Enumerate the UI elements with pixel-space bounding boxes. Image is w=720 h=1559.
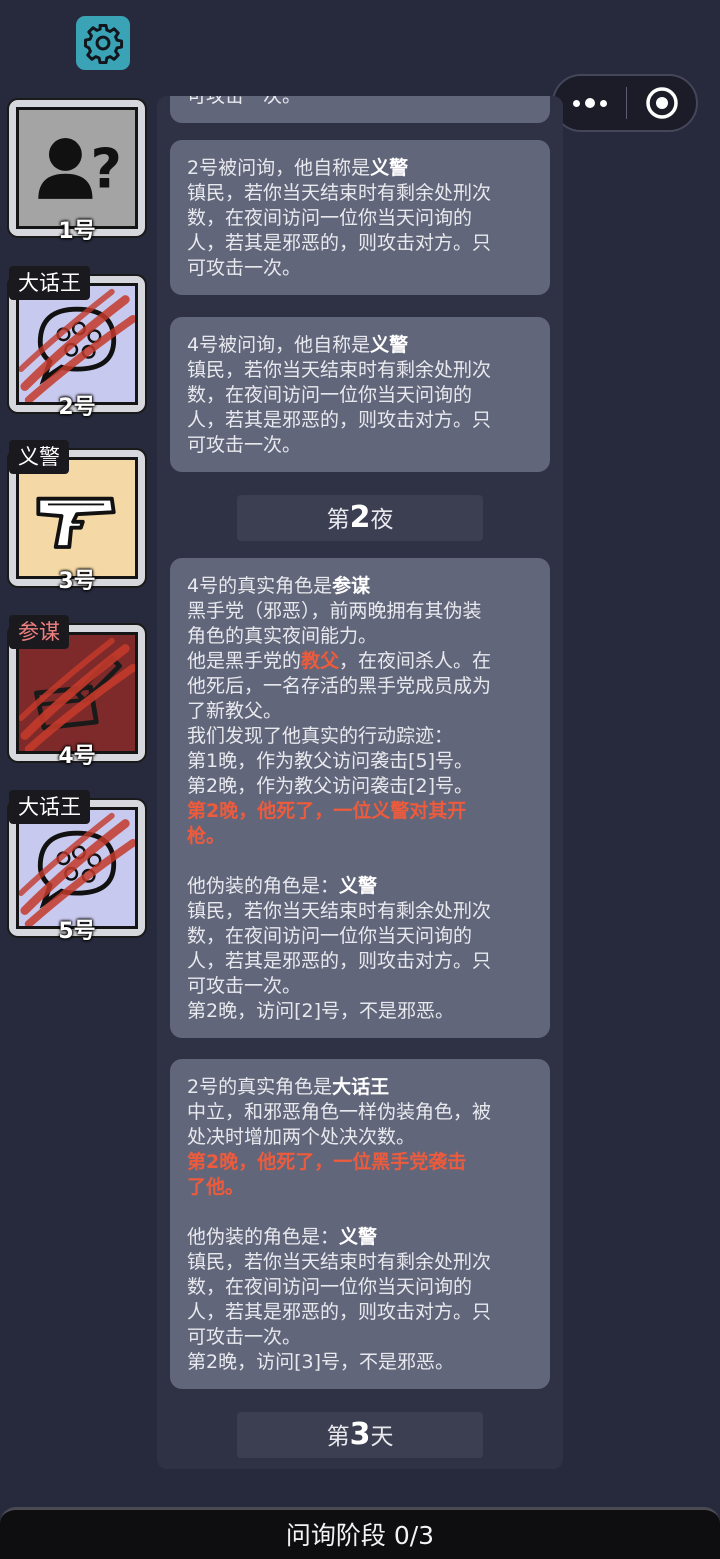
claw-marks-icon: [19, 637, 135, 751]
unknown-person-icon: ?: [38, 137, 122, 200]
death-note: 了他。: [187, 1176, 245, 1198]
target-circle-icon: [645, 87, 678, 119]
log-card-partial: 可攻击一次。: [170, 96, 550, 123]
player-card-1[interactable]: ? 1号: [7, 98, 147, 244]
miniprogram-capsule: [552, 74, 698, 132]
pistol-icon: [36, 496, 116, 549]
death-note: 第2晚，他死了，一位义警对其开: [187, 800, 467, 822]
claw-marks-icon: [19, 288, 135, 402]
player-card-2[interactable]: 大话王 2号: [7, 266, 147, 420]
log-card-reveal-2: 2号的真实角色是大话王 中立，和邪恶角色一样伪装角色，被 处决时增加两个处决次数…: [170, 1059, 550, 1389]
more-dots-icon: [573, 99, 580, 107]
player-number: 2号: [58, 395, 96, 420]
player-number: 5号: [58, 919, 96, 944]
player-card-5[interactable]: 大话王 5号: [7, 790, 147, 944]
player-card-3[interactable]: 义警 3号: [7, 440, 147, 594]
true-role: 大话王: [332, 1076, 390, 1098]
close-miniprogram-button[interactable]: [627, 76, 696, 130]
true-role: 参谋: [332, 575, 371, 597]
log-card-inquiry-2: 2号被问询，他自称是义警 镇民，若你当天结束时有剩余处刑次 数，在夜间访问一位你…: [170, 140, 550, 295]
player-number: 3号: [58, 569, 96, 594]
role-tag: 大话王: [9, 266, 90, 300]
role-tag: 参谋: [9, 615, 69, 649]
disguise-role: 义警: [339, 1226, 378, 1248]
claimed-role: 义警: [370, 334, 409, 356]
player-number: 4号: [58, 744, 96, 769]
log-card-inquiry-4: 4号被问询，他自称是义警 镇民，若你当天结束时有剩余处刑次 数，在夜间访问一位你…: [170, 317, 550, 472]
phase-status-bar: 问询阶段 0/3: [0, 1507, 720, 1559]
role-tag: 大话王: [9, 790, 90, 824]
role-tag: 义警: [9, 440, 69, 474]
log-line: 可攻击一次。: [187, 96, 302, 107]
claw-marks-icon: [19, 812, 135, 926]
death-note: 枪。: [187, 825, 226, 847]
death-note: 第2晚，他死了，一位黑手党袭击: [187, 1151, 467, 1173]
gear-icon: [84, 24, 124, 64]
svg-text:?: ?: [91, 137, 122, 200]
game-log-panel[interactable]: 可攻击一次。 2号被问询，他自称是义警 镇民，若你当天结束时有剩余处刑次 数，在…: [157, 96, 563, 1469]
player-card-4[interactable]: 参谋 4号: [7, 615, 147, 769]
player-number: 1号: [58, 219, 96, 244]
log-card-reveal-4: 4号的真实角色是参谋 黑手党（邪恶），前两晚拥有其伪装 角色的真实夜间能力。 他…: [170, 558, 550, 1038]
phase-divider-night-2: 第2夜: [237, 495, 483, 541]
more-button[interactable]: [554, 76, 626, 130]
phase-divider-day-3: 第3天: [237, 1412, 483, 1458]
disguise-role: 义警: [339, 875, 378, 897]
claimed-role: 义警: [370, 157, 409, 179]
phase-label: 问询阶段 0/3: [285, 1521, 435, 1550]
settings-button[interactable]: [76, 16, 130, 70]
